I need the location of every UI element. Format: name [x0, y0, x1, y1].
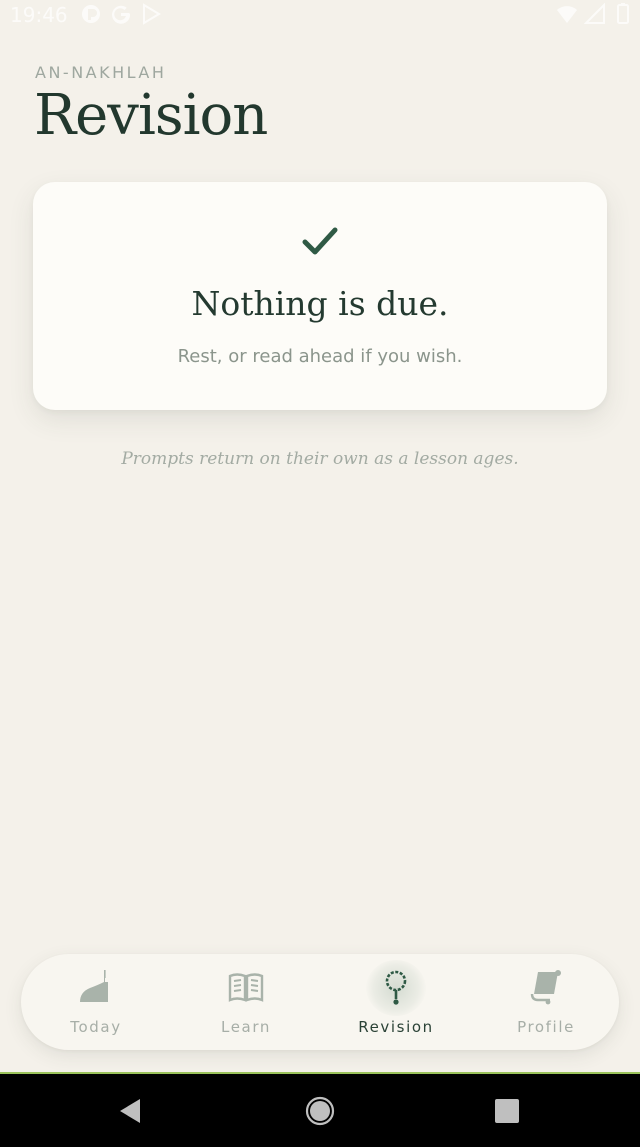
empty-state-title: Nothing is due. [191, 284, 449, 323]
empty-state-card: Nothing is due. Rest, or read ahead if y… [33, 182, 607, 410]
tab-revision[interactable]: Revision [321, 954, 471, 1050]
tab-profile[interactable]: Profile [471, 954, 621, 1050]
play-icon [143, 3, 161, 25]
tab-learn-label: Learn [221, 1018, 271, 1036]
tab-profile-label: Profile [517, 1018, 575, 1036]
page-title: Revision [34, 83, 268, 148]
signal-icon [584, 3, 605, 24]
google-icon [112, 5, 131, 24]
status-time: 19:46 [10, 3, 68, 27]
recents-icon[interactable] [492, 1096, 522, 1126]
status-icons-left [80, 3, 162, 25]
tab-learn[interactable]: Learn [171, 954, 321, 1050]
brand-label: AN-NAKHLAH [35, 63, 167, 82]
system-nav-bar [0, 1072, 640, 1147]
wifi-icon [557, 6, 577, 23]
tab-today[interactable]: Today [21, 954, 171, 1050]
app-icon [82, 5, 100, 23]
battery-icon [617, 3, 629, 24]
mosque-icon [80, 970, 108, 1002]
check-icon [302, 227, 338, 255]
tab-today-label: Today [70, 1018, 122, 1036]
status-icons-right [556, 3, 634, 25]
home-icon[interactable] [305, 1096, 335, 1126]
prayer-beads-icon [385, 970, 407, 1005]
empty-state-subtitle: Rest, or read ahead if you wish. [177, 346, 463, 367]
book-icon [228, 973, 264, 1002]
status-bar: 19:46 [0, 0, 640, 30]
back-icon[interactable] [116, 1096, 146, 1126]
scroll-icon [530, 970, 561, 1005]
info-note: Prompts return on their own as a lesson … [121, 449, 519, 469]
tab-revision-label: Revision [358, 1018, 434, 1036]
bottom-tab-bar: Today Learn Revision Profile [21, 954, 619, 1050]
